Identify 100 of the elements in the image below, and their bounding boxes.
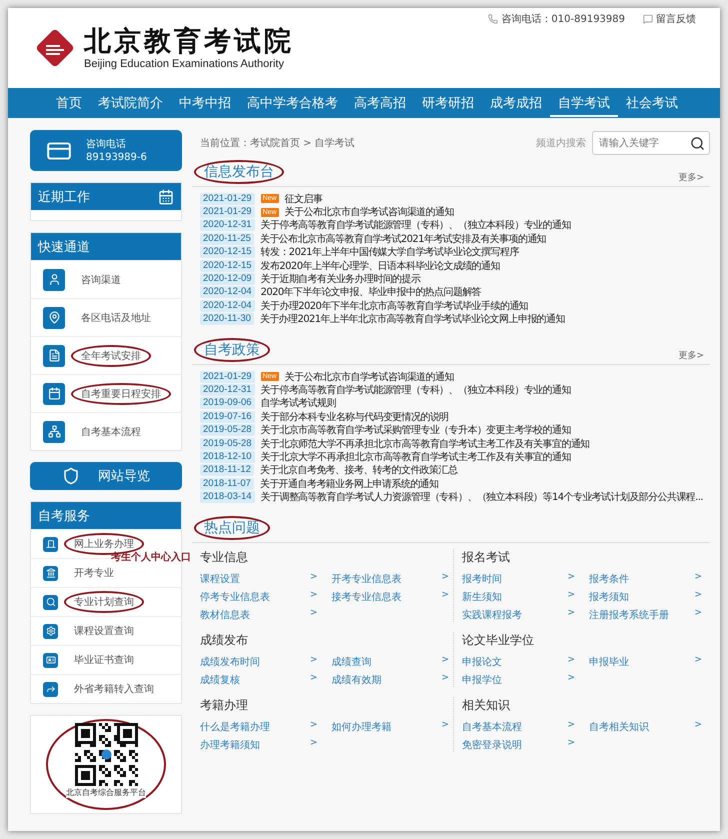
quick-link[interactable]: 自考基本流程 xyxy=(31,412,181,450)
news-link[interactable]: 征文启事 xyxy=(284,192,322,206)
topic-link[interactable]: 成绩查询 xyxy=(332,654,372,669)
service-link[interactable]: 专业计划查询 xyxy=(31,587,181,616)
service-link[interactable]: 课程设置查询 xyxy=(31,616,181,645)
hotline-label: 咨询电话 xyxy=(86,138,127,150)
search-label: 频道内搜索 xyxy=(536,136,586,150)
arrow-text: > xyxy=(441,572,449,584)
more-link[interactable]: 更多> xyxy=(678,171,704,184)
quick-link[interactable]: 全年考试安排 xyxy=(31,336,181,374)
date-tag: 2020-11-25 xyxy=(200,232,254,245)
topic-link[interactable]: 成绩复核 xyxy=(200,672,240,687)
news-link[interactable]: 关于北京大学不再承担北京市高等教育自学考试主考工作及有关事宜的通知 xyxy=(260,450,571,464)
arrow-text: > xyxy=(694,608,702,620)
topic-link[interactable]: 成绩发布时间 xyxy=(200,654,260,669)
qr-caption: 北京自考综合服务平台 xyxy=(66,787,146,798)
news-link[interactable]: 关于北京师范大学不再承担北京市高等教育自学考试主考工作及有关事宜的通知 xyxy=(260,436,590,451)
nav-tab[interactable]: 首页 xyxy=(48,89,90,117)
nav-tab[interactable]: 高考高招 xyxy=(346,89,414,117)
topic-link[interactable]: 免密登录说明 xyxy=(462,738,522,752)
date-tag: 2020-12-09 xyxy=(200,273,255,286)
news-link[interactable]: 关于北京自考免考、接考、转考的文件政策汇总 xyxy=(260,463,458,478)
arrow-text: > xyxy=(567,608,575,620)
topic-link[interactable]: 申报学位 xyxy=(462,672,502,687)
arrow-text: > xyxy=(694,590,702,602)
topic-link[interactable]: 课程设置 xyxy=(200,572,240,586)
quick-link[interactable]: 各区电话及地址 xyxy=(31,298,181,336)
feedback-link[interactable]: 留言反馈 xyxy=(656,12,696,26)
topic-link[interactable]: 新生须知 xyxy=(462,590,502,604)
topic-link[interactable]: 什么是考籍办理 xyxy=(200,720,270,734)
date-tag: 2019-05-28 xyxy=(200,438,255,450)
quick-link[interactable]: 咨询渠道 xyxy=(31,260,181,298)
date-tag: 2021-01-29 xyxy=(200,192,255,205)
group-title: 考籍办理 xyxy=(200,696,249,714)
news-link[interactable]: 自学考试考试规则 xyxy=(260,396,336,410)
nav-tab[interactable]: 考试院简介 xyxy=(90,89,171,117)
topic-link[interactable]: 成绩有效期 xyxy=(332,672,382,687)
news-link[interactable]: 转发：2021年上半年中国传媒大学自学考试毕业论文撰写程序 xyxy=(260,245,519,260)
date-tag: 2018-03-14 xyxy=(200,491,255,504)
section-title: 信息发布台 xyxy=(194,160,284,184)
topic-link[interactable]: 停考专业信息表 xyxy=(200,590,270,604)
news-link[interactable]: 关于公布北京市自学考试咨询渠道的通知 xyxy=(284,205,454,220)
news-link[interactable]: 关于部分本科专业名称与代码变更情况的说明 xyxy=(260,410,449,424)
topic-link[interactable]: 自考基本流程 xyxy=(462,720,522,734)
nav-tab[interactable]: 高中学考合格考 xyxy=(239,89,346,117)
arrow-text: > xyxy=(441,654,449,667)
news-link[interactable]: 关于办理2020年下半年北京市高等教育自学考试毕业手续的通知 xyxy=(260,298,528,313)
nav-tab[interactable]: 研考研招 xyxy=(414,89,482,117)
nav-tab[interactable]: 成考成招 xyxy=(482,89,550,117)
topic-link[interactable]: 注册报考系统手册 xyxy=(589,608,669,622)
date-tag: 2021-01-29 xyxy=(200,206,255,218)
topic-link[interactable]: 开考专业信息表 xyxy=(332,572,402,586)
topic-link[interactable]: 教材信息表 xyxy=(200,608,250,622)
service-link[interactable]: 毕业证书查询 xyxy=(31,645,181,674)
topic-link[interactable]: 办理考籍须知 xyxy=(200,738,260,752)
news-link[interactable]: 2020年下半年论文申报、毕业申报中的热点问题解答 xyxy=(260,285,482,300)
news-link[interactable]: 关于停考高等教育自学考试能源管理（专科）、（独立本科段）专业的通知 xyxy=(260,218,571,232)
topic-link[interactable]: 接考专业信息表 xyxy=(332,590,402,604)
news-link[interactable]: 关于调整高等教育自学考试人力资源管理（专科）、（独立本科段）等14个专业考试计划及部分公共课程... xyxy=(260,490,703,504)
service-link[interactable]: 外省考籍转入查询 xyxy=(31,674,181,703)
arrow-text: > xyxy=(694,720,702,732)
arrow-text: > xyxy=(441,720,449,732)
site-guide-button[interactable]: 网站导览 xyxy=(30,462,182,490)
date-tag: 2020-12-15 xyxy=(200,246,255,258)
topic-link[interactable]: 如何办理考籍 xyxy=(332,720,392,734)
site-title: 北京教育考试院 xyxy=(84,26,294,58)
topic-link[interactable]: 申报毕业 xyxy=(589,654,629,669)
arrow-text: > xyxy=(567,738,575,750)
news-link[interactable]: 关于开通自考考籍业务网上申请系统的通知 xyxy=(260,476,438,491)
group-title: 相关知识 xyxy=(462,696,511,714)
news-link[interactable]: 关于公布北京市高等教育自学考试2021年考试安排及有关事项的通知 xyxy=(260,232,546,246)
arrow-text: > xyxy=(310,572,318,584)
arrow-text: > xyxy=(567,590,575,602)
topic-link[interactable]: 报考须知 xyxy=(589,590,629,604)
date-tag: 2020-12-04 xyxy=(200,286,255,298)
search-field[interactable]: 请输入关键字 xyxy=(592,131,710,155)
news-link[interactable]: 关于近期自考有关业务办理时间的提示 xyxy=(260,272,420,286)
more-link[interactable]: 更多> xyxy=(678,348,704,362)
nav-tab[interactable]: 社会考试 xyxy=(618,89,686,117)
arrow-text: > xyxy=(567,572,575,584)
topic-link[interactable]: 申报论文 xyxy=(462,654,502,669)
arrow-text: > xyxy=(441,590,449,602)
breadcrumb: 当前位置：考试院首页 > 自学考试 xyxy=(200,136,355,150)
topic-link[interactable]: 报考条件 xyxy=(589,572,629,586)
nav-tab[interactable]: 中考中招 xyxy=(171,89,239,117)
arrow-text: > xyxy=(310,738,318,750)
topic-link[interactable]: 报考时间 xyxy=(462,572,502,586)
panel-title: 近期工作 xyxy=(38,188,90,206)
topic-link[interactable]: 实践课程报考 xyxy=(462,608,522,622)
group-title: 成绩发布 xyxy=(200,632,249,649)
news-link[interactable]: 关于停考高等教育自学考试能源管理（专科）、（独立本科段）专业的通知 xyxy=(260,383,571,397)
news-link[interactable]: 关于北京市高等教育自学考试采购管理专业（专升本）变更主考学校的通知 xyxy=(260,423,571,438)
quick-link[interactable]: 自考重要日程安排 xyxy=(31,374,181,412)
news-link[interactable]: 发布2020年上半年心理学、日语本科毕业论文成绩的通知 xyxy=(260,258,500,273)
date-tag: 2020-12-04 xyxy=(200,300,255,312)
topic-link[interactable]: 自考相关知识 xyxy=(589,720,649,734)
arrow-text: > xyxy=(441,672,449,685)
news-link[interactable]: 关于办理2021年上半年北京市高等教育自学考试毕业论文网上申报的通知 xyxy=(260,312,565,326)
date-tag: 2020-11-30 xyxy=(200,313,254,326)
news-link[interactable]: 关于公布北京市自学考试咨询渠道的通知 xyxy=(284,370,454,384)
